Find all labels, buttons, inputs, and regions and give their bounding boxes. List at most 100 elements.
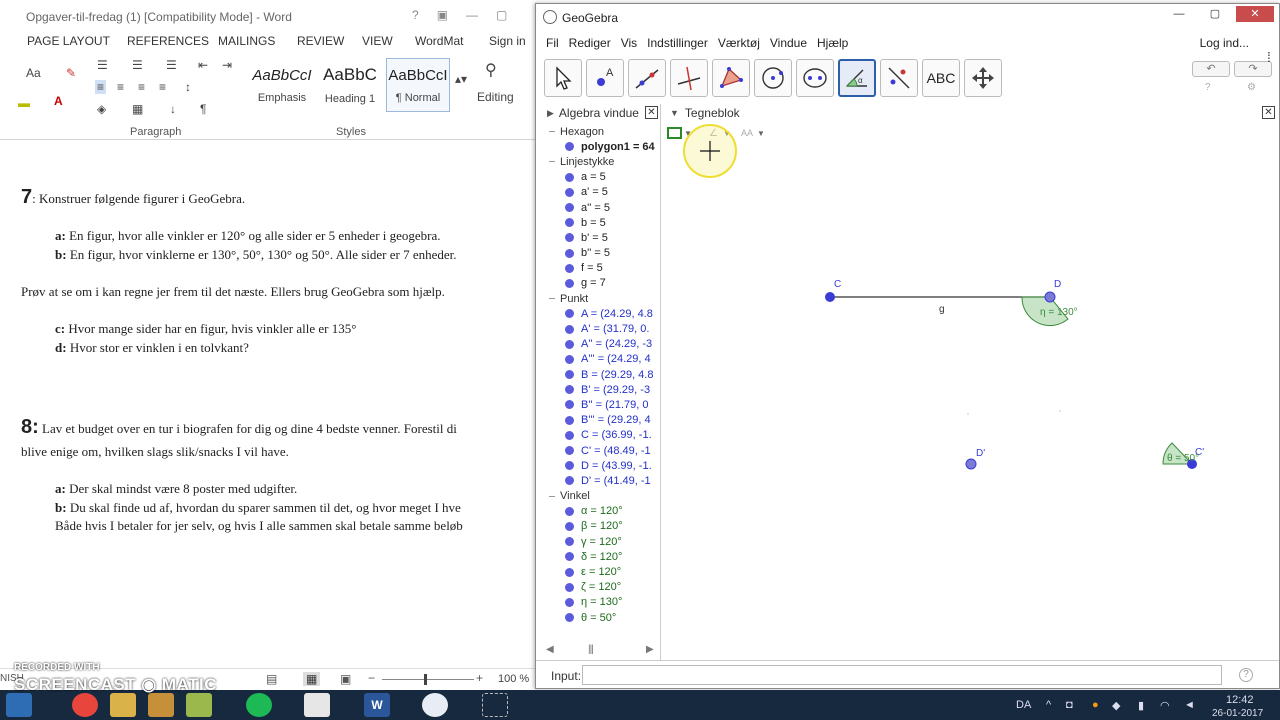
scroll-left-icon[interactable]: ◀: [546, 644, 554, 655]
decrease-indent-icon[interactable]: ⇤: [198, 58, 208, 72]
algebra-item[interactable]: B''' = (29.29, 4: [541, 413, 661, 428]
tray-volume-icon[interactable]: ◄: [1184, 699, 1195, 711]
visibility-dot-icon[interactable]: [565, 400, 574, 410]
algebra-item[interactable]: δ = 120°: [541, 549, 661, 564]
visibility-dot-icon[interactable]: [565, 142, 574, 152]
tray-battery-icon[interactable]: ▮: [1138, 699, 1144, 712]
undo-icon[interactable]: ↶: [1192, 61, 1230, 77]
web-layout-icon[interactable]: ▣: [340, 672, 351, 686]
read-mode-icon[interactable]: ▤: [266, 672, 277, 686]
tool-reflect[interactable]: [880, 59, 918, 97]
help-icon[interactable]: ?: [412, 8, 419, 22]
bullets-icon[interactable]: ☰: [97, 58, 108, 72]
zoom-thumb[interactable]: [424, 674, 427, 685]
word-document[interactable]: 7: Konstruer følgende figurer i GeoGebra…: [0, 140, 537, 670]
numbering-icon[interactable]: ☰: [132, 58, 143, 72]
tab-references[interactable]: REFERENCES: [127, 34, 209, 48]
help-icon[interactable]: ?: [1205, 82, 1211, 93]
tray-wifi-icon[interactable]: ◠: [1160, 699, 1170, 712]
maximize-icon[interactable]: ▢: [496, 8, 507, 22]
tab-review[interactable]: REVIEW: [297, 34, 344, 48]
algebra-item[interactable]: B' = (29.29, -3: [541, 382, 661, 397]
app-icon[interactable]: [186, 693, 212, 717]
tray-app-icon[interactable]: ◆: [1112, 699, 1120, 712]
algebra-item[interactable]: a'' = 5: [541, 200, 661, 215]
multilevel-list-icon[interactable]: ☰: [166, 58, 177, 72]
tray-language[interactable]: DA: [1016, 699, 1031, 711]
algebra-category[interactable]: Punkt: [541, 291, 661, 306]
sign-in-link[interactable]: Sign in: [489, 34, 526, 48]
algebra-item[interactable]: polygon1 = 64: [541, 139, 661, 154]
collapse-icon[interactable]: ▼: [670, 108, 679, 118]
algebra-category[interactable]: Hexagon: [541, 124, 661, 139]
tab-wordmat[interactable]: WordMat: [415, 34, 463, 48]
editing-button[interactable]: Editing: [477, 90, 514, 104]
close-icon[interactable]: ✕: [645, 106, 658, 119]
algebra-item[interactable]: A''' = (24.29, 4: [541, 352, 661, 367]
visibility-dot-icon[interactable]: [565, 415, 574, 425]
zoom-level[interactable]: 100 %: [498, 673, 529, 685]
algebra-item[interactable]: b'' = 5: [541, 246, 661, 261]
align-center-icon[interactable]: ≡: [117, 80, 124, 94]
visibility-dot-icon[interactable]: [565, 582, 574, 592]
visibility-dot-icon[interactable]: [565, 203, 574, 213]
notepad-icon[interactable]: [304, 693, 330, 717]
algebra-item[interactable]: a' = 5: [541, 185, 661, 200]
menu-vaerktoj[interactable]: Værktøj: [718, 36, 760, 50]
menu-hjaelp[interactable]: Hjælp: [817, 36, 848, 50]
justify-icon[interactable]: ≡: [159, 80, 166, 94]
style-emphasis[interactable]: AaBbCcI Emphasis: [250, 58, 314, 112]
tray-app-icon[interactable]: ●: [1092, 699, 1099, 711]
algebra-item[interactable]: α = 120°: [541, 504, 661, 519]
visibility-dot-icon[interactable]: [565, 324, 574, 334]
visibility-dot-icon[interactable]: [565, 567, 574, 577]
visibility-dot-icon[interactable]: [565, 248, 574, 258]
algebra-item[interactable]: A'' = (24.29, -3: [541, 337, 661, 352]
axes-toggle-icon[interactable]: [667, 127, 682, 139]
sort-icon[interactable]: ↓: [170, 102, 176, 116]
folder-icon[interactable]: [148, 693, 174, 717]
visibility-dot-icon[interactable]: [565, 187, 574, 197]
ribbon-display-icon[interactable]: ▣: [437, 8, 448, 22]
algebra-item[interactable]: γ = 120°: [541, 534, 661, 549]
snipping-tool-icon[interactable]: [482, 693, 508, 717]
point-d-prime[interactable]: [965, 458, 977, 470]
tool-circle[interactable]: [754, 59, 792, 97]
tool-angle[interactable]: α: [838, 59, 876, 97]
tool-point[interactable]: A: [586, 59, 624, 97]
chrome-icon[interactable]: [72, 693, 98, 717]
point-d[interactable]: [1044, 291, 1056, 303]
tool-line[interactable]: [628, 59, 666, 97]
visibility-dot-icon[interactable]: [565, 172, 574, 182]
tray-time[interactable]: 12:42: [1226, 694, 1254, 706]
algebra-item[interactable]: b = 5: [541, 215, 661, 230]
visibility-dot-icon[interactable]: [565, 446, 574, 456]
algebra-scrollbar[interactable]: ◀ ||| ▶: [546, 644, 656, 656]
visibility-dot-icon[interactable]: [565, 476, 574, 486]
print-layout-icon[interactable]: ▦: [303, 672, 321, 686]
visibility-dot-icon[interactable]: [565, 354, 574, 364]
algebra-category[interactable]: Vinkel: [541, 489, 661, 504]
zoom-slider[interactable]: [382, 679, 474, 680]
align-left-icon[interactable]: ≡: [95, 80, 107, 94]
collapse-icon[interactable]: ▶: [547, 108, 554, 119]
dropdown-icon[interactable]: ▼: [757, 129, 765, 138]
visibility-dot-icon[interactable]: [565, 339, 574, 349]
close-icon[interactable]: ✕: [1262, 106, 1275, 119]
tool-text[interactable]: ABC: [922, 59, 960, 97]
tool-polygon[interactable]: [712, 59, 750, 97]
tab-view[interactable]: VIEW: [362, 34, 393, 48]
font-color-icon[interactable]: A: [54, 94, 63, 108]
line-spacing-icon[interactable]: ↕: [185, 80, 191, 94]
algebra-item[interactable]: A = (24.29, 4.8: [541, 306, 661, 321]
clear-format-icon[interactable]: ✎: [66, 66, 76, 80]
tab-mailings[interactable]: MAILINGS: [218, 34, 275, 48]
algebra-item[interactable]: B = (29.29, 4.8: [541, 367, 661, 382]
algebra-category[interactable]: Linjestykke: [541, 154, 661, 169]
spotify-icon[interactable]: [246, 693, 272, 717]
align-right-icon[interactable]: ≡: [138, 80, 145, 94]
algebra-item[interactable]: ζ = 120°: [541, 580, 661, 595]
geogebra-taskbar-icon[interactable]: [422, 693, 448, 717]
graphics-panel[interactable]: ▼ Tegneblok ✕ ▼ ∠ ▼ AA ▼ C D g η = 130°: [662, 104, 1279, 659]
toolbar-menu-icon[interactable]: ⁞: [1267, 49, 1271, 65]
